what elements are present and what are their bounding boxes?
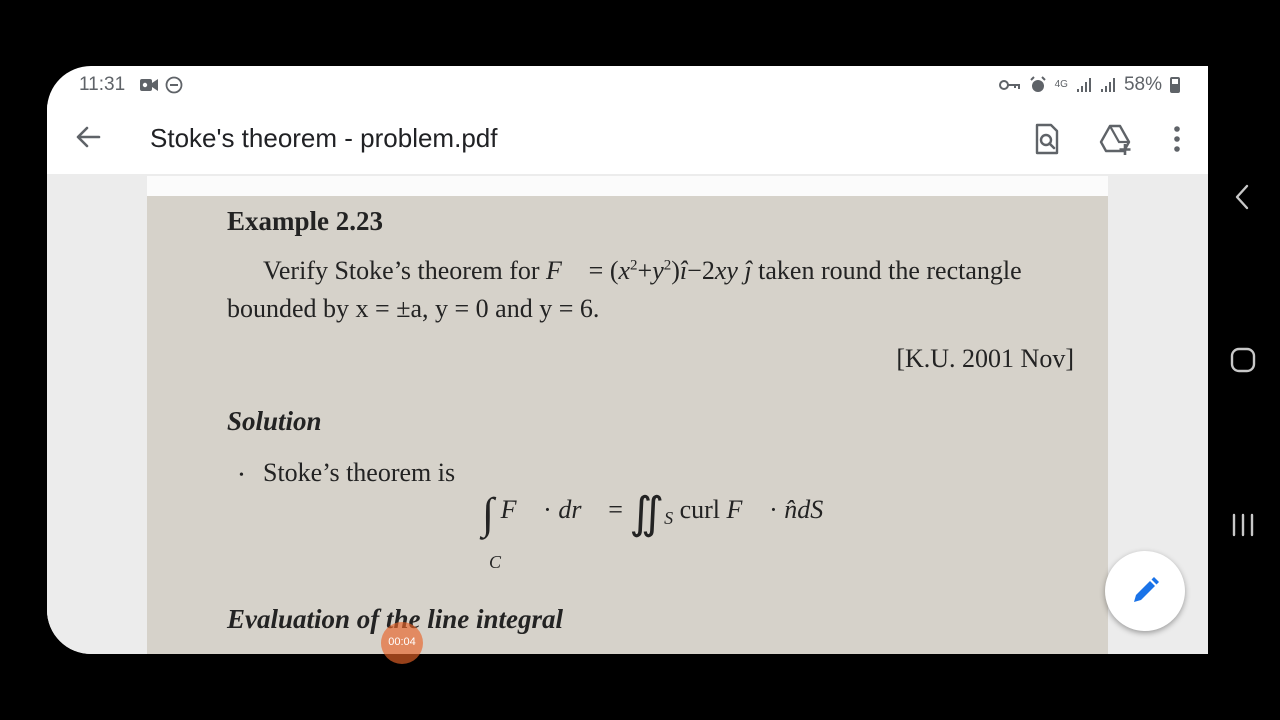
add-to-drive-icon[interactable] xyxy=(1099,122,1133,156)
more-options-icon[interactable] xyxy=(1160,122,1194,156)
app-bar: Stoke's theorem - problem.pdf xyxy=(47,104,1208,174)
example-title: Example 2.23 xyxy=(227,206,384,236)
network-type-label: 4G xyxy=(1054,79,1068,90)
stokes-intro: Stoke’s theorem is xyxy=(263,458,456,487)
nav-recents-icon[interactable] xyxy=(1230,510,1256,540)
status-left-icons xyxy=(139,76,183,94)
video-camera-icon xyxy=(140,79,158,91)
vpn-key-icon xyxy=(998,80,1020,90)
nav-back-icon[interactable] xyxy=(1230,182,1256,212)
battery-percentage: 58% xyxy=(1123,74,1162,95)
recording-timer: 00:04 xyxy=(388,636,416,648)
phone-screen: 11:31 4G 58% Stoke's theorem - problem.p… xyxy=(47,66,1208,654)
edit-fab-button[interactable] xyxy=(1105,551,1185,631)
find-in-page-icon[interactable] xyxy=(1030,122,1064,156)
problem-statement-line-1: Verify Stoke’s theorem for F⃗ = (x2+y2)î… xyxy=(263,256,1022,286)
battery-icon xyxy=(1170,77,1180,93)
document-title: Stoke's theorem - problem.pdf xyxy=(150,123,498,153)
pdf-page[interactable]: Example 2.23 Verify Stoke’s theorem for … xyxy=(147,196,1108,654)
status-right-icons: 4G 58% xyxy=(998,74,1180,96)
pdf-viewer[interactable]: Example 2.23 Verify Stoke’s theorem for … xyxy=(47,174,1208,654)
status-bar: 11:31 4G 58% xyxy=(47,66,1208,104)
signal-strength-icon xyxy=(1076,78,1091,92)
status-time: 11:31 xyxy=(79,74,126,95)
problem-suffix: taken round the rectangle xyxy=(751,256,1022,285)
stokes-formula: ∫ F⃗ · dr⃗ = ∬S curl F⃗ · n̂dS C xyxy=(482,489,824,572)
page-margin-strip xyxy=(147,176,1108,196)
bullet-mark: • xyxy=(239,468,244,483)
solution-heading: Solution xyxy=(227,406,322,436)
problem-prefix: Verify Stoke’s theorem for xyxy=(263,256,547,285)
problem-statement-line-2: bounded by x = ±a, y = 0 and y = 6. xyxy=(227,294,600,323)
do-not-disturb-icon xyxy=(165,76,183,94)
back-arrow-icon[interactable] xyxy=(73,122,103,152)
vector-field-expression: F⃗ = (x2+y2)î−2xy ĵ xyxy=(546,256,752,285)
formula-curl: curl xyxy=(679,495,720,524)
formula-subscript-s: S xyxy=(664,508,674,529)
alarm-icon xyxy=(1029,76,1046,92)
signal-strength-icon-2 xyxy=(1100,78,1115,92)
pencil-icon xyxy=(1134,577,1159,602)
nav-home-icon[interactable] xyxy=(1230,345,1256,375)
exam-reference: [K.U. 2001 Nov] xyxy=(896,344,1074,373)
formula-subscript-c: C xyxy=(489,552,502,572)
